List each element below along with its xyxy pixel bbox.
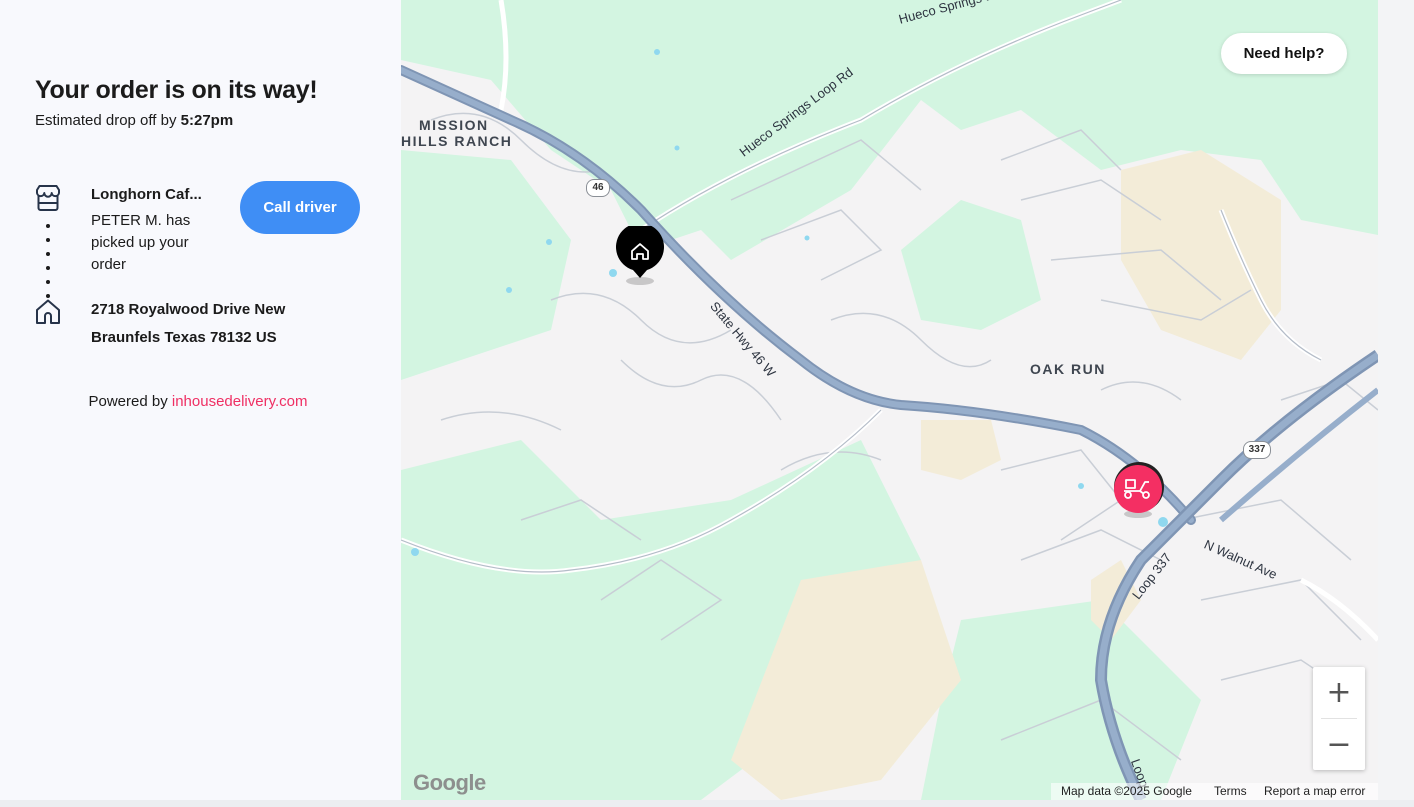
delivery-map[interactable]: MISSION HILLS RANCH OAK RUN Hueco Spring… bbox=[401, 0, 1378, 800]
eta-label: Estimated drop off by bbox=[35, 112, 177, 129]
page-title: Your order is on its way! bbox=[35, 76, 318, 104]
park-area-oakrun bbox=[901, 200, 1041, 330]
map-data-attribution: Map data ©2025 Google bbox=[1061, 784, 1192, 798]
route-dots bbox=[46, 224, 50, 298]
dropoff-home-pin[interactable] bbox=[614, 226, 666, 288]
area-label-line1: MISSION bbox=[419, 117, 489, 133]
area-label-line2: HILLS RANCH bbox=[401, 133, 513, 149]
storefront-icon bbox=[36, 185, 60, 211]
need-help-button[interactable]: Need help? bbox=[1221, 33, 1347, 74]
driver-status-text: PETER M. has picked up your order bbox=[91, 212, 191, 273]
order-status-panel: Your order is on its way! Estimated drop… bbox=[0, 0, 401, 800]
powered-by: Powered by inhousedelivery.com bbox=[0, 393, 396, 410]
zoom-in-button[interactable]: + bbox=[1313, 667, 1365, 718]
zoom-controls: + − bbox=[1313, 667, 1365, 770]
driver-scooter-pin[interactable] bbox=[1110, 460, 1166, 520]
route-shield-46: 46 bbox=[586, 179, 610, 197]
bottom-gutter bbox=[0, 800, 1414, 807]
dropoff-address: 2718 Royalwood Drive New Braunfels Texas… bbox=[91, 301, 286, 346]
sand-area-east bbox=[1121, 150, 1281, 360]
report-map-error-link[interactable]: Report a map error bbox=[1264, 783, 1365, 800]
area-label-mission-hills: MISSION HILLS RANCH bbox=[401, 117, 512, 149]
order-tracking-page: Your order is on its way! Estimated drop… bbox=[0, 0, 1414, 807]
terms-link[interactable]: Terms bbox=[1214, 783, 1247, 800]
right-gutter bbox=[1378, 0, 1414, 800]
map-canvas[interactable] bbox=[401, 0, 1378, 800]
estimated-dropoff: Estimated drop off by 5:27pm bbox=[35, 112, 233, 129]
sand-area-center bbox=[921, 420, 1001, 480]
pickup-store-name: Longhorn Caf... bbox=[91, 186, 202, 203]
park-area-west bbox=[401, 150, 571, 380]
eta-time: 5:27pm bbox=[180, 112, 234, 129]
park-area-southeast bbox=[921, 600, 1201, 800]
area-label-oak-run: OAK RUN bbox=[1030, 361, 1106, 377]
inhousedelivery-link[interactable]: inhousedelivery.com bbox=[172, 393, 308, 410]
home-icon bbox=[36, 299, 60, 324]
route-shield-337: 337 bbox=[1243, 441, 1271, 459]
call-driver-button[interactable]: Call driver bbox=[240, 181, 360, 234]
google-logo[interactable]: Google bbox=[413, 770, 486, 796]
zoom-out-button[interactable]: − bbox=[1313, 719, 1365, 770]
powered-by-label: Powered by bbox=[88, 393, 168, 410]
